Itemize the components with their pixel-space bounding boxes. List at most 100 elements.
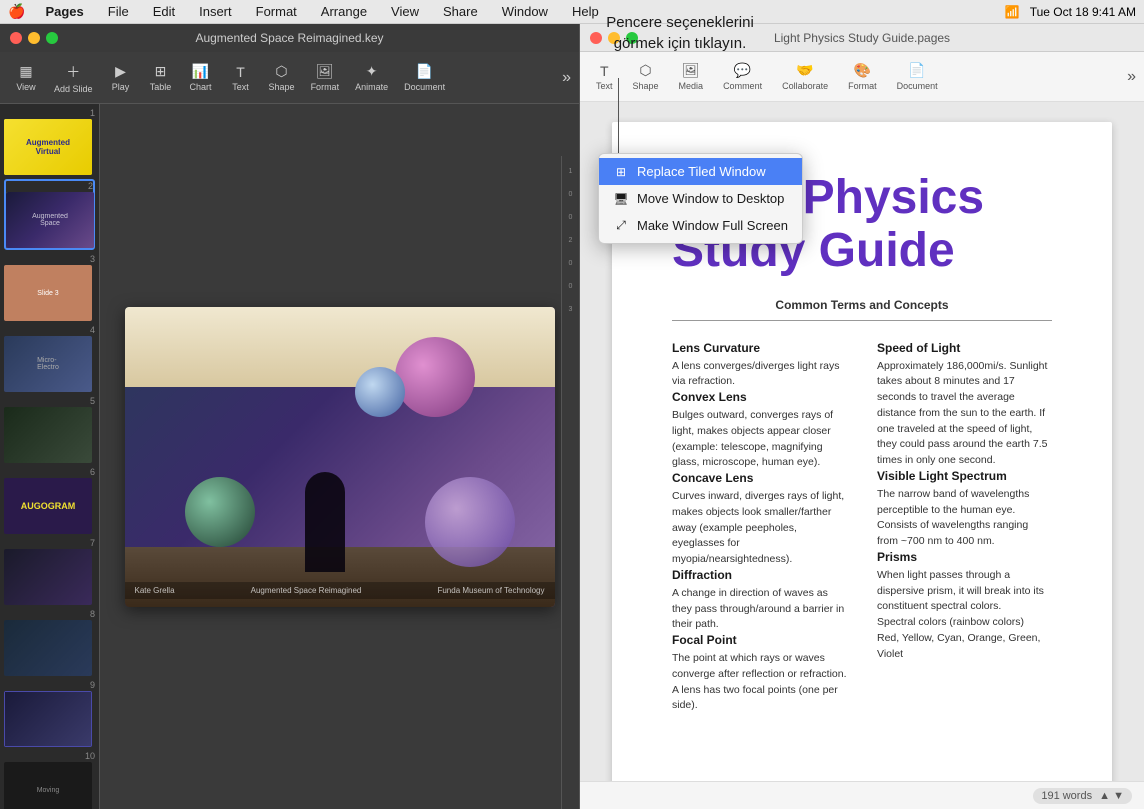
term-prisms-title: Prisms <box>877 550 1052 564</box>
slide-panel[interactable]: 1 AugmentedVirtual 2 AugmentedSpace <box>0 104 100 809</box>
slide-thumb-3[interactable]: 3 Slide 3 <box>4 254 95 321</box>
slide-thumb-1[interactable]: 1 AugmentedVirtual <box>4 108 95 175</box>
slide-thumb-7[interactable]: 7 <box>4 538 95 605</box>
move-window-desktop-item[interactable]: 🖥 Move Window to Desktop <box>599 185 802 212</box>
format-label: Format <box>311 82 340 92</box>
pages-media-icon: 🖼 <box>682 62 700 79</box>
window-options-dropdown[interactable]: ⊞ Replace Tiled Window 🖥 Move Window to … <box>598 153 803 244</box>
pages-window-title: Light Physics Study Guide.pages <box>774 31 950 45</box>
keynote-window-title: Augmented Space Reimagined.key <box>195 31 383 45</box>
pages-toolbar-collaborate[interactable]: 🤝 Collaborate <box>774 58 836 95</box>
toolbar-format[interactable]: 🖼 Format <box>305 59 346 96</box>
menubar-right: 📶 Tue Oct 18 9:41 AM <box>1005 5 1136 19</box>
caption-center: Augmented Space Reimagined <box>251 586 362 595</box>
shape-label: Shape <box>269 82 295 92</box>
replace-tiled-window-item[interactable]: ⊞ Replace Tiled Window <box>599 158 802 185</box>
term-lens-curvature-body: A lens converges/diverges light rays via… <box>672 359 847 391</box>
menubar-file[interactable]: File <box>104 4 133 19</box>
move-desktop-icon: 🖥 <box>613 192 629 206</box>
toolbar-shape[interactable]: ⬡ Shape <box>263 59 301 96</box>
term-concave-lens-body: Curves inward, diverges rays of light, m… <box>672 489 847 568</box>
text-icon: T <box>236 64 245 80</box>
term-focal-point-body: The point at which rays or waves converg… <box>672 651 847 714</box>
slide-thumb-4[interactable]: 4 Micro-Electro <box>4 325 95 392</box>
apple-menu[interactable]: 🍎 <box>8 3 25 20</box>
term-diffraction-body: A change in direction of waves as they p… <box>672 586 847 633</box>
shape-icon: ⬡ <box>275 63 287 80</box>
minimize-button[interactable] <box>28 32 40 44</box>
add-slide-label: Add Slide <box>54 84 93 94</box>
slide-thumb-5[interactable]: 5 <box>4 396 95 463</box>
word-count-text: 191 words <box>1041 790 1092 802</box>
maximize-button[interactable] <box>46 32 58 44</box>
pages-toolbar-format[interactable]: 🎨 Format <box>840 58 885 95</box>
word-count-badge: 191 words ▲ ▼ <box>1033 788 1132 804</box>
toolbar-more[interactable]: » <box>562 69 571 87</box>
view-label: View <box>16 82 35 92</box>
move-desktop-label: Move Window to Desktop <box>637 191 784 206</box>
stepper-up[interactable]: ▲ <box>1099 790 1110 802</box>
pages-comment-icon: 💬 <box>734 62 751 79</box>
term-convex-lens: Convex Lens Bulges outward, converges ra… <box>672 390 847 471</box>
animate-icon: ✦ <box>366 63 378 80</box>
slide-thumb-2[interactable]: 2 AugmentedSpace <box>4 179 95 250</box>
toolbar-play[interactable]: ▶ Play <box>103 59 139 96</box>
datetime: Tue Oct 18 9:41 AM <box>1030 5 1136 19</box>
make-fullscreen-item[interactable]: ⤢ Make Window Full Screen <box>599 212 802 239</box>
play-icon: ▶ <box>115 63 126 80</box>
menubar-edit[interactable]: Edit <box>149 4 179 19</box>
term-concave-lens: Concave Lens Curves inward, diverges ray… <box>672 471 847 568</box>
menubar-insert[interactable]: Insert <box>195 4 236 19</box>
toolbar-text[interactable]: T Text <box>223 60 259 96</box>
view-icon: ▦ <box>19 63 32 80</box>
pages-toolbar-comment[interactable]: 💬 Comment <box>715 58 770 95</box>
slide-thumb-8[interactable]: 8 <box>4 609 95 676</box>
pages-shape-label: Shape <box>633 81 659 91</box>
slide-thumb-6[interactable]: 6 AUGOGRAM <box>4 467 95 534</box>
menubar-share[interactable]: Share <box>439 4 482 19</box>
toolbar-add-slide[interactable]: ＋ Add Slide <box>48 58 99 98</box>
pages-text-label: Text <box>596 81 613 91</box>
chart-icon: 📊 <box>192 63 209 80</box>
pages-toolbar-media[interactable]: 🖼 Media <box>671 58 712 95</box>
term-prisms: Prisms When light passes through a dispe… <box>877 550 1052 663</box>
ruler-vertical: 1 0 0 2 0 0 3 <box>561 156 579 809</box>
toolbar-view[interactable]: ▦ View <box>8 59 44 96</box>
menubar: 🍎 Pages File Edit Insert Format Arrange … <box>0 0 1144 24</box>
menubar-arrange[interactable]: Arrange <box>317 4 371 19</box>
term-convex-lens-body: Bulges outward, converges rays of light,… <box>672 408 847 471</box>
caption-right: Funda Museum of Technology <box>437 586 544 595</box>
keynote-window: Augmented Space Reimagined.key ▦ View ＋ … <box>0 24 580 809</box>
stepper-down[interactable]: ▼ <box>1113 790 1124 802</box>
toolbar-document[interactable]: 📄 Document <box>398 59 451 96</box>
term-visible-light-body: The narrow band of wavelengths perceptib… <box>877 487 1052 550</box>
pages-toolbar-more[interactable]: » <box>1127 68 1136 86</box>
slide-caption: Kate Grella Augmented Space Reimagined F… <box>125 582 555 599</box>
menubar-view[interactable]: View <box>387 4 423 19</box>
term-convex-lens-title: Convex Lens <box>672 390 847 404</box>
menubar-format[interactable]: Format <box>252 4 301 19</box>
menubar-window[interactable]: Window <box>498 4 552 19</box>
term-diffraction: Diffraction A change in direction of wav… <box>672 568 847 633</box>
pages-toolbar: T Text ⬡ Shape 🖼 Media 💬 Comment 🤝 Colla… <box>580 52 1144 102</box>
toolbar-animate[interactable]: ✦ Animate <box>349 59 394 96</box>
pages-toolbar-text[interactable]: T Text <box>588 59 621 95</box>
callout-line <box>618 78 619 158</box>
pages-shape-icon: ⬡ <box>639 62 651 79</box>
pages-collaborate-icon: 🤝 <box>796 62 813 79</box>
menubar-pages[interactable]: Pages <box>41 4 87 19</box>
pages-document-icon: 📄 <box>908 62 925 79</box>
toolbar-table[interactable]: ⊞ Table <box>143 59 179 96</box>
toolbar-chart[interactable]: 📊 Chart <box>183 59 219 96</box>
term-prisms-body: When light passes through a dispersive p… <box>877 568 1052 663</box>
close-button[interactable] <box>10 32 22 44</box>
doc-col-right: Speed of Light Approximately 186,000mi/s… <box>877 341 1052 715</box>
doc-subtitle: Common Terms and Concepts <box>672 298 1052 312</box>
slide-thumb-9[interactable]: 9 <box>4 680 95 747</box>
slide-thumb-10[interactable]: 10 Moving <box>4 751 95 809</box>
slide-canvas: Kate Grella Augmented Space Reimagined F… <box>125 307 555 607</box>
pages-media-label: Media <box>679 81 704 91</box>
pages-toolbar-shape[interactable]: ⬡ Shape <box>625 58 667 95</box>
pages-collaborate-label: Collaborate <box>782 81 828 91</box>
pages-toolbar-document[interactable]: 📄 Document <box>889 58 946 95</box>
